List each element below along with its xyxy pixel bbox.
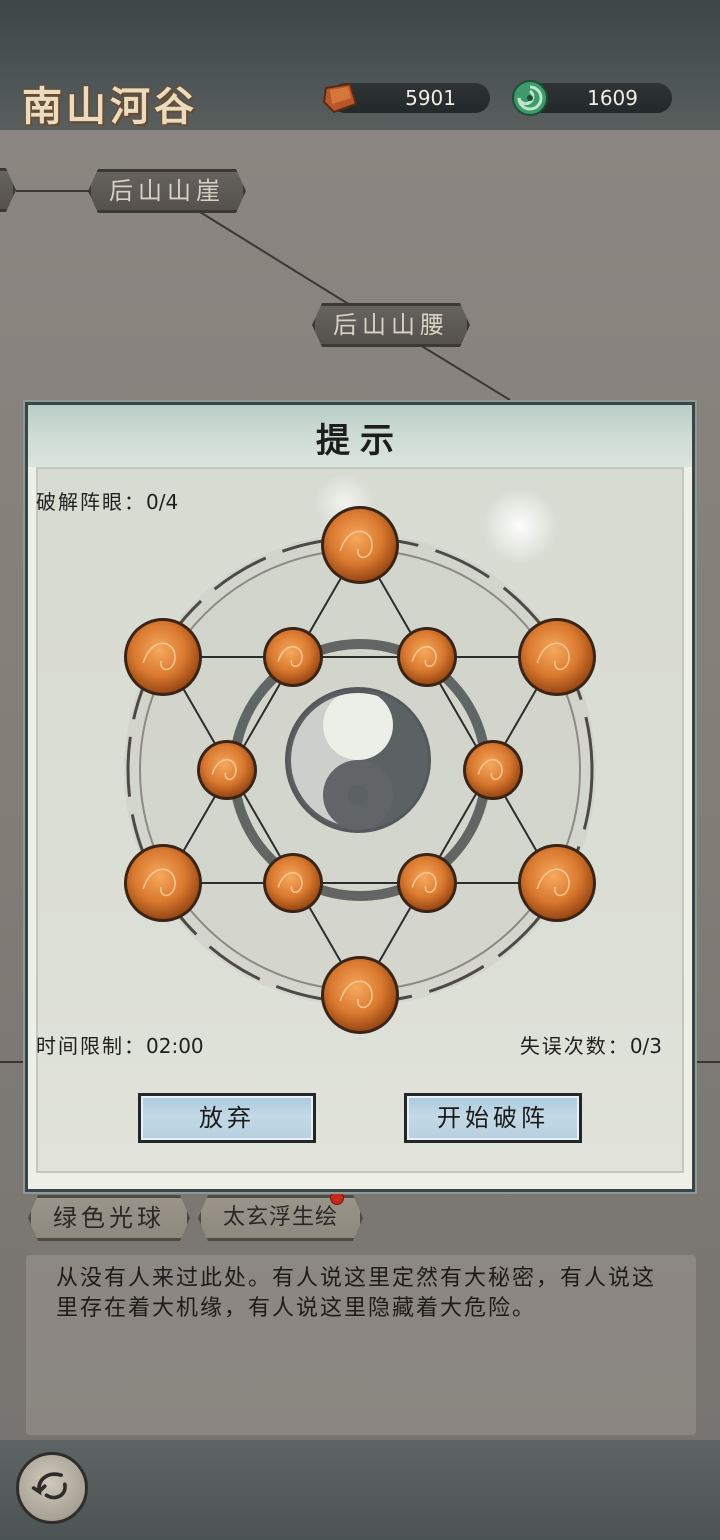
give-up-button[interactable]: 放弃 (138, 1093, 316, 1143)
time-limit-label: 时间限制： (36, 1034, 146, 1058)
formation-orb-7[interactable] (263, 627, 323, 687)
formation-orb-5[interactable] (518, 844, 596, 922)
formation-board (124, 473, 596, 1034)
formation-orb-8[interactable] (397, 627, 457, 687)
yin-yang-icon (285, 687, 431, 833)
start-formation-button[interactable]: 开始破阵 (404, 1093, 582, 1143)
formation-orb-10[interactable] (463, 740, 523, 800)
mistake-count: 失误次数：0/3 (520, 1030, 662, 1059)
mistake-count-label: 失误次数： (519, 1034, 630, 1058)
glow-orb (482, 488, 558, 564)
formation-orb-11[interactable] (263, 853, 323, 913)
formation-orb-3[interactable] (518, 618, 596, 696)
formation-orb-1[interactable] (321, 506, 399, 584)
time-limit-value: 02:00 (146, 1034, 204, 1058)
formation-orb-9[interactable] (197, 740, 257, 800)
formation-orb-6[interactable] (321, 956, 399, 1034)
mistake-count-value: 0/3 (629, 1034, 662, 1058)
formation-orb-2[interactable] (124, 618, 202, 696)
formation-orb-12[interactable] (397, 853, 457, 913)
formation-orb-4[interactable] (124, 844, 202, 922)
time-limit: 时间限制：02:00 (36, 1030, 204, 1059)
